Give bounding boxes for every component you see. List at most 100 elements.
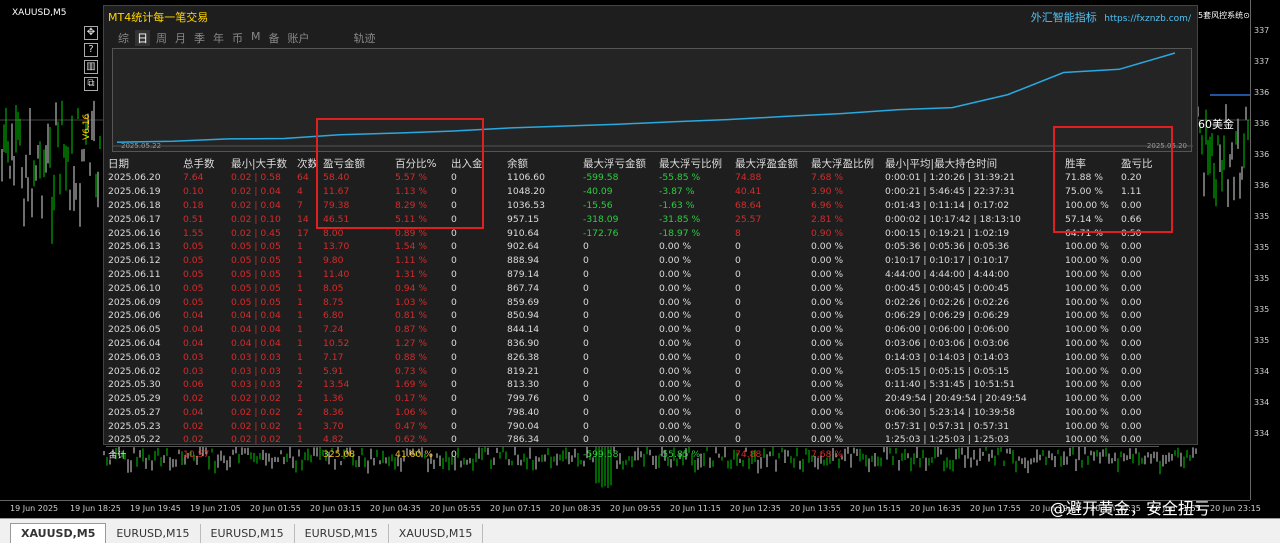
chart-tab-2[interactable]: EURUSD,M15 <box>201 524 295 543</box>
cell-11: 0.00 % <box>811 379 844 391</box>
nav-item-10[interactable]: 轨迹 <box>352 30 378 46</box>
cell-2: 0.03 | 0.03 <box>231 379 281 391</box>
cell-13: 100.00 % <box>1065 282 1109 294</box>
cell-3: 2 <box>297 406 303 418</box>
cell-4: 7.17 <box>323 351 344 363</box>
copy-icon[interactable]: ⧉ <box>84 77 98 91</box>
nav-item-2[interactable]: 周 <box>154 30 169 46</box>
price-tag-label: 60美金 <box>1198 118 1234 131</box>
cell-9: 0.00 % <box>659 379 692 391</box>
table-row: 2025.05.22 0.02 0.02 | 0.02 1 4.82 0.62 % 0 786… <box>106 433 1159 447</box>
cell-10: 25.57 <box>735 213 762 225</box>
cell-9: 0.00 % <box>659 282 692 294</box>
total-cell-11: 7.68 % <box>809 446 883 462</box>
time-tick: 20 Jun 13:55 <box>790 504 841 513</box>
cell-10: 8 <box>735 227 741 239</box>
cell-7: 826.38 <box>507 351 540 363</box>
cell-11: 0.00 % <box>811 310 844 322</box>
cell-9: 0.00 % <box>659 255 692 267</box>
cell-0: 2025.06.02 <box>108 365 161 377</box>
chart-tab-3[interactable]: EURUSD,M15 <box>295 524 389 543</box>
time-tick: 20 Jun 05:55 <box>430 504 481 513</box>
cell-1: 0.03 <box>183 351 204 363</box>
cell-2: 0.04 | 0.04 <box>231 324 281 336</box>
cell-0: 2025.05.29 <box>108 393 161 405</box>
nav-item-8[interactable]: 备 <box>267 30 282 46</box>
cell-8: 0 <box>583 337 589 349</box>
cell-12: 0:00:01 | 1:20:26 | 31:39:21 <box>885 172 1015 184</box>
cell-5: 0.87 % <box>395 324 428 336</box>
cell-9: -1.63 % <box>659 199 695 211</box>
cell-9: 0.00 % <box>659 268 692 280</box>
cell-12: 0:10:17 | 0:10:17 | 0:10:17 <box>885 255 1010 267</box>
cell-14: 0.00 <box>1121 310 1142 322</box>
nav-item-5[interactable]: 年 <box>211 30 226 46</box>
time-tick: 20 Jun 12:35 <box>730 504 781 513</box>
panel-title: MT4统计每一笔交易 <box>108 11 209 24</box>
total-cell-12 <box>883 446 1063 462</box>
cell-8: 0 <box>583 420 589 432</box>
table-row: 2025.06.13 0.05 0.05 | 0.05 1 13.70 1.54 % 0 90… <box>106 240 1159 254</box>
cell-8: 0 <box>583 379 589 391</box>
cell-12: 1:25:03 | 1:25:03 | 1:25:03 <box>885 434 1010 446</box>
nav-item-0[interactable]: 综 <box>116 30 131 46</box>
table-row: 2025.06.09 0.05 0.05 | 0.05 1 8.75 1.03 % 0 859… <box>106 295 1159 309</box>
nav-item-7[interactable]: M <box>249 30 263 46</box>
cell-4: 3.70 <box>323 420 344 432</box>
nav-item-3[interactable]: 月 <box>173 30 188 46</box>
cell-1: 1.55 <box>183 227 204 239</box>
screen-icon[interactable]: ▥ <box>84 60 98 74</box>
cell-10: 0 <box>735 310 741 322</box>
time-tick: 20 Jun 15:15 <box>850 504 901 513</box>
cell-4: 8.05 <box>323 282 344 294</box>
cell-7: 902.64 <box>507 241 540 253</box>
help-icon[interactable]: ? <box>84 43 98 57</box>
cell-9: 0.00 % <box>659 351 692 363</box>
cell-1: 0.04 <box>183 310 204 322</box>
col-header-2: 最小|大手数 <box>231 157 288 170</box>
cell-13: 100.00 % <box>1065 337 1109 349</box>
time-tick: 19 Jun 19:45 <box>130 504 181 513</box>
top-right-badge: 5套风控系统⊙ <box>1198 11 1250 20</box>
cell-1: 0.05 <box>183 268 204 280</box>
cell-0: 2025.06.03 <box>108 351 161 363</box>
toolbox: ✥ ? ▥ ⧉ <box>84 26 100 94</box>
table-row: 2025.06.16 1.55 0.02 | 0.45 17 8.00 0.89 % 0 91… <box>106 226 1159 240</box>
nav-item-4[interactable]: 季 <box>192 30 207 46</box>
chart-tab-0[interactable]: XAUUSD,M5 <box>10 523 107 543</box>
brand-url[interactable]: https://fxznzb.com/ <box>1104 14 1191 24</box>
balance-chart-svg <box>113 52 1193 147</box>
nav-item-1[interactable]: 日 <box>135 30 150 46</box>
cell-1: 0.04 <box>183 324 204 336</box>
cell-12: 0:06:30 | 5:23:14 | 10:39:58 <box>885 406 1015 418</box>
nav-item-9[interactable]: 账户 <box>286 30 312 46</box>
cell-2: 0.04 | 0.04 <box>231 337 281 349</box>
cell-5: 0.17 % <box>395 393 428 405</box>
version-label: V6.16 <box>82 113 92 140</box>
cell-9: 0.00 % <box>659 393 692 405</box>
cell-0: 2025.05.23 <box>108 420 161 432</box>
cell-14: 0.00 <box>1121 393 1142 405</box>
chart-tab-4[interactable]: XAUUSD,M15 <box>389 524 484 543</box>
cell-2: 0.05 | 0.05 <box>231 268 281 280</box>
cell-3: 1 <box>297 337 303 349</box>
cell-3: 1 <box>297 255 303 267</box>
cell-2: 0.02 | 0.02 <box>231 420 281 432</box>
cell-8: 0 <box>583 393 589 405</box>
cell-14: 0.00 <box>1121 351 1142 363</box>
cell-9: 0.00 % <box>659 434 692 446</box>
col-header-7: 余额 <box>507 157 528 170</box>
chart-tab-1[interactable]: EURUSD,M15 <box>106 524 201 543</box>
price-tick: 335 <box>1254 305 1270 314</box>
time-tick: 20 Jun 23:15 <box>1210 504 1261 513</box>
nav-item-6[interactable]: 币 <box>230 30 245 46</box>
cell-11: 0.00 % <box>811 337 844 349</box>
table-row: 2025.05.30 0.06 0.03 | 0.03 2 13.54 1.69 % 0 81… <box>106 378 1159 392</box>
cell-7: 790.04 <box>507 420 540 432</box>
cell-11: 6.96 % <box>811 199 844 211</box>
cell-14: 0.00 <box>1121 406 1142 418</box>
cell-7: 888.94 <box>507 255 540 267</box>
cell-7: 844.14 <box>507 324 540 336</box>
cell-6: 0 <box>451 324 457 336</box>
move-icon[interactable]: ✥ <box>84 26 98 40</box>
